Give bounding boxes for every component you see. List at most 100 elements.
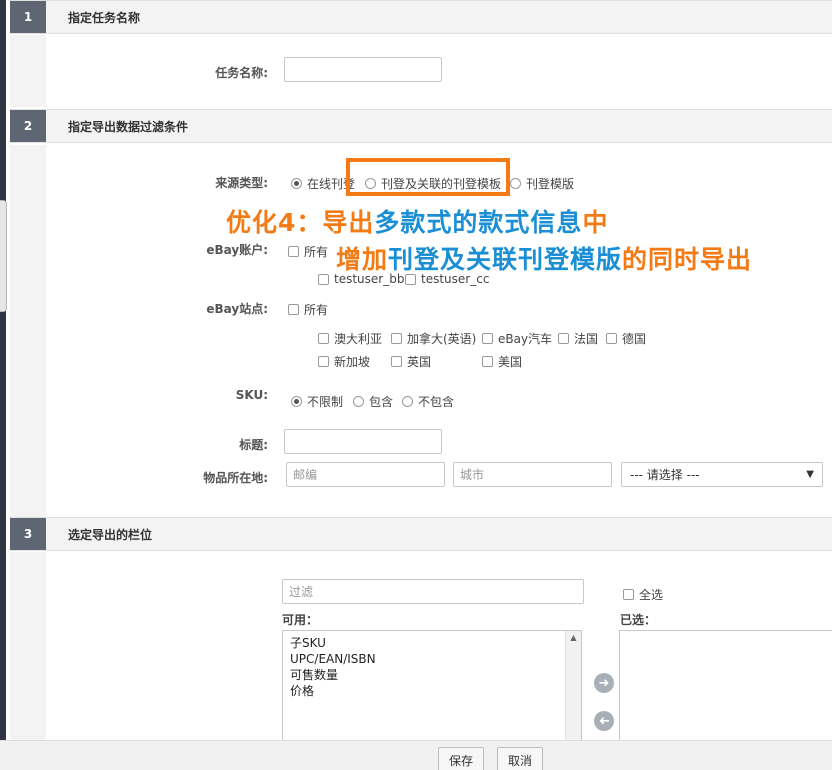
annotation-text: 刊登及关联刊登模版 [388, 245, 623, 274]
checkbox-icon [606, 333, 617, 344]
section-number: 3 [10, 518, 46, 550]
selected-columns-list[interactable] [619, 630, 832, 742]
column-filter-input[interactable]: 过滤 [282, 579, 584, 604]
move-right-icon[interactable]: ➜ [594, 673, 614, 693]
list-item[interactable]: 价格 [290, 683, 376, 699]
annotation-text: 中 [582, 208, 609, 237]
window-edge [0, 0, 6, 770]
ebay-site-item[interactable]: eBay汽车 [482, 330, 552, 347]
option-label: 加拿大(英语) [407, 332, 477, 346]
move-left-icon[interactable]: ➜ [594, 711, 614, 731]
option-label: 英国 [407, 355, 432, 369]
checkbox-icon [318, 333, 329, 344]
annotation-text: 多款式的款式信息 [374, 208, 583, 237]
section-3-header: 3 选定导出的栏位 [10, 517, 832, 551]
option-label: 法国 [574, 332, 599, 346]
option-label: 包含 [369, 395, 394, 409]
option-label: testuser_cc [421, 272, 490, 286]
annotation-text: 的同时导出 [622, 245, 753, 274]
section-title: 指定导出数据过滤条件 [68, 119, 189, 134]
sku-option-unlimited[interactable]: 不限制 [291, 393, 343, 410]
option-label: 不限制 [307, 395, 344, 409]
select-value: --- 请选择 --- [630, 468, 700, 482]
section-title: 选定导出的栏位 [68, 527, 153, 542]
save-button[interactable]: 保存 [438, 747, 484, 770]
sku-option-include[interactable]: 包含 [353, 393, 393, 410]
ebay-site-all[interactable]: 所有 [288, 301, 328, 318]
section-number: 1 [10, 1, 46, 33]
ebay-site-item[interactable]: 法国 [558, 330, 598, 347]
ebay-account-all[interactable]: 所有 [288, 243, 328, 260]
checkbox-icon [558, 333, 569, 344]
ebay-site-item[interactable]: 澳大利亚 [318, 330, 382, 347]
sidebar-toggle-handle[interactable] [0, 200, 7, 312]
ebay-site-item[interactable]: 英国 [391, 353, 431, 370]
annotation-text: 优化4： [226, 208, 323, 237]
cancel-button[interactable]: 取消 [497, 747, 543, 770]
task-name-label: 任务名称: [215, 66, 268, 80]
radio-selected-icon [291, 396, 302, 407]
highlight-box [346, 158, 510, 196]
postal-code-input[interactable]: 邮编 [286, 462, 445, 487]
checkbox-icon [405, 273, 416, 285]
option-label: eBay汽车 [498, 332, 553, 346]
task-name-input[interactable] [284, 57, 442, 82]
option-label: 全选 [639, 588, 664, 602]
checkbox-icon [482, 356, 493, 367]
list-item[interactable]: UPC/EAN/ISBN [290, 651, 376, 667]
checkbox-icon [288, 246, 299, 257]
section-1-header: 1 指定任务名称 [10, 0, 832, 34]
checkbox-icon [391, 333, 402, 344]
radio-icon [510, 178, 521, 189]
section-1-gutter [10, 35, 46, 107]
checkbox-icon [288, 304, 299, 315]
option-label: 刊登模版 [526, 177, 575, 191]
option-label: testuser_bb [334, 272, 405, 286]
ebay-site-item[interactable]: 新加坡 [318, 353, 370, 370]
option-label: 美国 [498, 355, 523, 369]
ebay-site-item[interactable]: 德国 [606, 330, 646, 347]
scrollbar[interactable]: ▲ [565, 631, 581, 741]
list-item[interactable]: 子SKU [290, 635, 376, 651]
ebay-site-item[interactable]: 美国 [482, 353, 522, 370]
sku-label: SKU: [235, 388, 268, 402]
checkbox-icon [482, 333, 493, 344]
country-select[interactable]: --- 请选择 --- ▼ [621, 462, 823, 487]
section-number: 2 [10, 110, 46, 142]
ebay-site-item[interactable]: 加拿大(英语) [391, 330, 476, 347]
option-label: 不包含 [418, 395, 455, 409]
location-label: 物品所在地: [203, 471, 268, 485]
section-3-gutter [10, 552, 46, 740]
sku-option-exclude[interactable]: 不包含 [402, 393, 454, 410]
title-input[interactable] [284, 429, 442, 454]
radio-icon [402, 396, 413, 407]
checkbox-icon [318, 356, 329, 367]
option-label: 新加坡 [334, 355, 371, 369]
checkbox-icon [391, 356, 402, 367]
scroll-up-icon[interactable]: ▲ [566, 631, 581, 645]
source-option-template[interactable]: 刊登模版 [510, 175, 574, 192]
section-title: 指定任务名称 [68, 10, 141, 25]
radio-selected-icon [291, 178, 302, 189]
list-item[interactable]: 可售数量 [290, 667, 376, 683]
ebay-site-label: eBay站点: [206, 302, 268, 316]
chevron-down-icon: ▼ [806, 469, 814, 480]
available-label: 可用： [282, 613, 319, 627]
annotation-text: 增加 [336, 245, 389, 274]
option-label: 澳大利亚 [334, 332, 383, 346]
title-label: 标题: [239, 438, 268, 452]
annotation-text: 导出 [322, 208, 375, 237]
option-label: 所有 [304, 303, 329, 317]
radio-icon [353, 396, 364, 407]
section-2-gutter [10, 145, 46, 517]
select-all-checkbox[interactable]: 全选 [623, 586, 663, 603]
checkbox-icon [318, 273, 329, 285]
city-input[interactable]: 城市 [453, 462, 612, 487]
available-columns-list[interactable]: 子SKU UPC/EAN/ISBN 可售数量 价格 ▲ [282, 630, 582, 742]
annotation-line-2: 增加刊登及关联刊登模版的同时导出 [336, 240, 752, 276]
ebay-account-item[interactable]: testuser_bb [318, 272, 404, 286]
checkbox-icon [623, 589, 634, 600]
ebay-account-item[interactable]: testuser_cc [405, 272, 489, 286]
source-type-label: 来源类型: [215, 176, 268, 190]
option-label: 德国 [622, 332, 647, 346]
